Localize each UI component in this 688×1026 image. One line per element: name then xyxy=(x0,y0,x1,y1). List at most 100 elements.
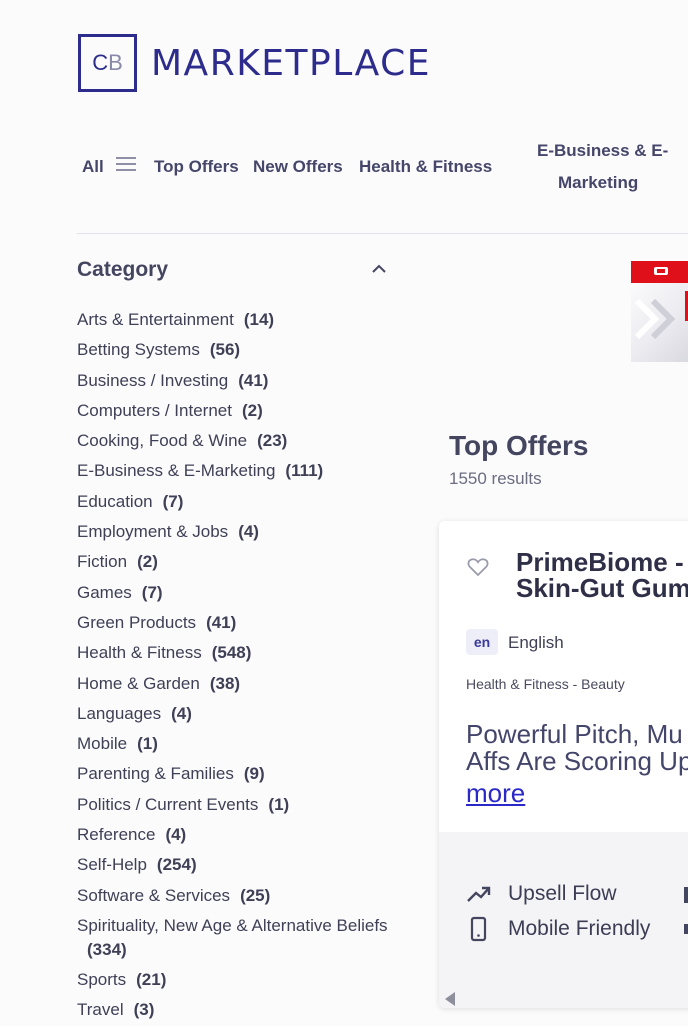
feature-label: Upsell Flow xyxy=(508,882,617,905)
category-label: Employment & Jobs xyxy=(77,522,229,542)
offer-description-line1: Powerful Pitch, Mu xyxy=(466,719,683,749)
page-title: Top Offers xyxy=(449,430,589,461)
category-item[interactable]: Green Products (41) xyxy=(77,608,417,638)
category-item[interactable]: Sports (21) xyxy=(77,965,417,995)
category-item[interactable]: Cooking, Food & Wine (23) xyxy=(77,426,417,456)
category-item[interactable]: Fiction (2) xyxy=(77,547,417,577)
category-count: (9) xyxy=(243,764,265,784)
category-label: Languages xyxy=(77,703,162,723)
offer-title[interactable]: PrimeBiome - Skin-Gut Gum xyxy=(516,549,688,601)
category-item[interactable]: Mobile (1) xyxy=(77,729,417,759)
offer-title-line1: PrimeBiome - xyxy=(516,547,684,577)
category-label: Arts & Entertainment xyxy=(77,310,234,329)
category-item[interactable]: Politics / Current Events (1) xyxy=(77,790,417,820)
feature-upsell-flow: Upsell Flow xyxy=(466,882,617,906)
category-label: Games xyxy=(77,582,132,602)
language-badge: en xyxy=(466,629,498,655)
category-count: (334) xyxy=(87,939,127,959)
category-count: (548) xyxy=(211,643,252,663)
category-item[interactable]: Home & Garden (38) xyxy=(77,669,417,699)
category-item[interactable]: Business / Investing (41) xyxy=(77,366,417,396)
category-count: (7) xyxy=(141,582,163,602)
category-label: Betting Systems xyxy=(77,340,200,360)
results-count: 1550 results xyxy=(449,469,542,488)
offer-description-line2: Affs Are Scoring Up xyxy=(466,746,688,776)
chevron-up-icon[interactable] xyxy=(370,262,388,276)
feature-icon-partial xyxy=(684,924,688,934)
logo-mark-b: B xyxy=(108,50,123,75)
logo-text: MARKETPLACE xyxy=(151,42,432,84)
category-count: (1) xyxy=(137,734,158,754)
category-count: (4) xyxy=(165,825,187,845)
category-item[interactable]: Employment & Jobs (4) xyxy=(77,517,417,547)
offer-title-line2: Skin-Gut Gum xyxy=(516,573,688,603)
category-item[interactable]: Parenting & Families (9) xyxy=(77,759,417,789)
category-item[interactable]: Languages (4) xyxy=(77,699,417,729)
category-item[interactable]: Self-Help (254) xyxy=(77,850,417,880)
category-count: (21) xyxy=(136,969,167,989)
cb-logo-mark: CB xyxy=(78,34,137,92)
trending-up-icon xyxy=(467,886,491,902)
category-count: (4) xyxy=(238,522,259,542)
category-label: Computers / Internet xyxy=(77,400,232,420)
category-heading: Category xyxy=(77,258,169,281)
offer-category: Health & Fitness - Beauty xyxy=(466,676,625,692)
feature-mobile-friendly: Mobile Friendly xyxy=(466,916,650,942)
category-label: Health & Fitness xyxy=(77,643,202,663)
offer-description: Powerful Pitch, Mu Affs Are Scoring Up xyxy=(466,721,688,775)
read-more-link[interactable]: more xyxy=(466,778,525,809)
category-list: Arts & Entertainment (14) Betting Systems (… xyxy=(77,305,417,1026)
nav-ebusiness-line1[interactable]: E-Business & E- xyxy=(537,141,668,161)
category-item[interactable]: Reference (4) xyxy=(77,820,417,850)
category-item[interactable]: Betting Systems (56) xyxy=(77,335,417,365)
offer-features-panel: Upsell Flow Mobile Friendly xyxy=(439,832,688,1008)
feature-icon-partial xyxy=(684,887,688,903)
category-count: (2) xyxy=(241,400,263,420)
category-count: (2) xyxy=(137,552,158,572)
nav-new-offers[interactable]: New Offers xyxy=(253,157,343,177)
category-label: Education xyxy=(77,491,153,511)
category-count: (1) xyxy=(268,794,290,814)
header-divider xyxy=(77,233,688,234)
logo-mark-c: C xyxy=(92,50,109,75)
category-item[interactable]: Software & Services (25) xyxy=(77,881,417,911)
category-item[interactable]: Arts & Entertainment (14) xyxy=(77,305,417,335)
nav-health-fitness[interactable]: Health & Fitness xyxy=(359,157,492,177)
category-item[interactable]: Travel (3) xyxy=(77,995,417,1025)
category-count: (38) xyxy=(209,673,241,693)
hamburger-menu-icon[interactable] xyxy=(116,157,136,173)
category-label: E-Business & E-Marketing xyxy=(77,461,276,481)
category-item[interactable]: E-Business & E-Marketing (111) xyxy=(77,456,417,486)
banner-logo-icon xyxy=(654,267,668,275)
category-count: (7) xyxy=(162,491,184,511)
category-label: Fiction xyxy=(77,552,128,572)
category-item[interactable]: Computers / Internet (2) xyxy=(77,396,417,426)
category-count: (3) xyxy=(133,1000,155,1020)
category-item[interactable]: Health & Fitness (548) xyxy=(77,638,417,668)
category-count: (56) xyxy=(209,340,241,360)
category-count: (41) xyxy=(206,612,237,632)
category-label: Politics / Current Events xyxy=(77,794,259,814)
category-item[interactable]: Education (7) xyxy=(77,487,417,517)
nav-top-offers[interactable]: Top Offers xyxy=(154,157,239,177)
category-count: (23) xyxy=(257,431,288,451)
mobile-phone-icon xyxy=(470,916,487,942)
category-label: Software & Services xyxy=(77,885,231,905)
heart-icon[interactable] xyxy=(466,555,490,579)
nav-all[interactable]: All xyxy=(82,157,104,177)
category-label: Business / Investing xyxy=(77,370,229,390)
feature-label: Mobile Friendly xyxy=(508,917,651,940)
marketplace-logo[interactable]: CB MARKETPLACE xyxy=(78,34,431,92)
category-item[interactable]: Spirituality, New Age & Alternative Beli… xyxy=(77,911,417,965)
category-label: Self-Help xyxy=(77,855,147,875)
category-count: (14) xyxy=(243,310,275,329)
category-label: Spirituality, New Age & Alternative Beli… xyxy=(77,915,388,935)
promo-banner[interactable] xyxy=(631,261,688,362)
category-label: Travel xyxy=(77,1000,124,1020)
scroll-left-arrow-icon[interactable] xyxy=(445,992,455,1006)
offer-card[interactable]: PrimeBiome - Skin-Gut Gum en English Hea… xyxy=(439,521,688,1008)
category-item[interactable]: Games (7) xyxy=(77,578,417,608)
language-label: English xyxy=(508,633,564,652)
nav-ebusiness-line2[interactable]: Marketing xyxy=(558,173,638,193)
category-label: Mobile xyxy=(77,734,128,754)
